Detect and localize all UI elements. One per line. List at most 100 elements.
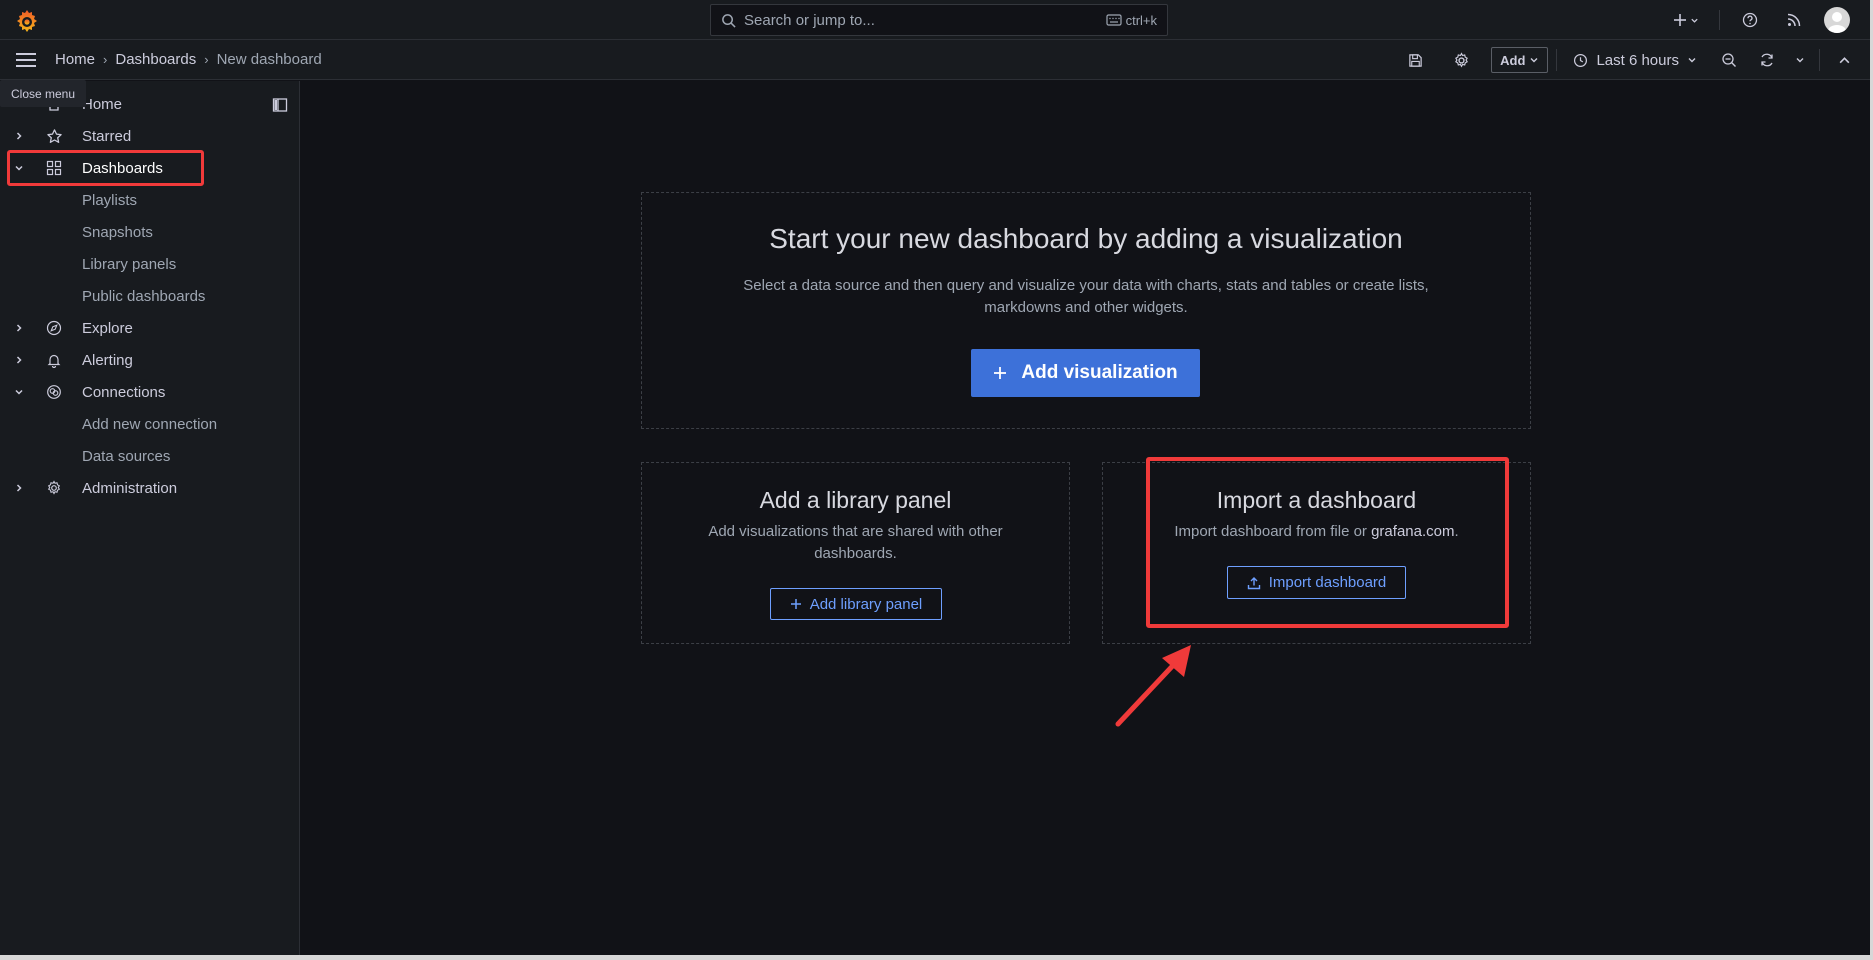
top-right-actions [1669, 6, 1850, 34]
compass-icon [45, 319, 63, 337]
add-visualization-card: Start your new dashboard by adding a vis… [641, 192, 1531, 429]
add-library-panel-button[interactable]: Add library panel [770, 588, 942, 620]
sidebar-item-playlists[interactable]: Playlists [0, 184, 300, 216]
chevron-down-icon [1796, 58, 1804, 63]
keyboard-icon [1105, 14, 1122, 26]
sidebar-item-add-new-connection[interactable]: Add new connection [0, 408, 300, 440]
sidebar-item-label: Home [82, 95, 123, 113]
library-panel-title: Add a library panel [759, 487, 952, 513]
sidebar-item-alerting[interactable]: Alerting [0, 344, 300, 376]
add-dropdown-button[interactable]: Add [1491, 47, 1549, 73]
sidebar-item-connections[interactable]: Connections [0, 376, 300, 408]
hero-description-line1: Select a data source and then query and … [743, 277, 1429, 294]
save-dashboard-button[interactable] [1399, 46, 1431, 74]
rss-icon [1787, 13, 1801, 27]
sidebar-item-label: Data sources [82, 447, 171, 465]
divider [1556, 49, 1558, 71]
import-annotation-box [1146, 457, 1509, 628]
search-icon [722, 13, 736, 28]
sidebar-item-label: Alerting [82, 351, 133, 369]
library-panel-description-line2: dashboards. [814, 545, 897, 562]
sidebar-item-library-panels[interactable]: Library panels [0, 248, 300, 280]
toolbar-actions: Add Last 6 hours [1399, 46, 1860, 74]
sidebar-item-label: Snapshots [82, 223, 153, 241]
link-icon [45, 383, 63, 401]
menu-toggle-button[interactable] [14, 50, 38, 70]
time-range-label: Last 6 hours [1596, 51, 1679, 69]
add-visualization-label: Add visualization [1021, 362, 1178, 383]
hero-description-line2: markdowns and other widgets. [984, 299, 1188, 316]
breadcrumb: Home › Dashboards › New dashboard [55, 51, 322, 68]
breadcrumb-home[interactable]: Home [55, 51, 95, 68]
sidebar-item-label: Playlists [82, 191, 138, 209]
breadcrumb-current: New dashboard [216, 51, 322, 68]
bell-icon [45, 351, 63, 369]
add-library-panel-label: Add library panel [809, 595, 923, 613]
plus-icon [790, 599, 801, 609]
time-range-picker[interactable]: Last 6 hours [1565, 52, 1705, 69]
zoom-out-icon [1722, 53, 1736, 67]
divider [1819, 49, 1820, 71]
star-icon [45, 127, 63, 145]
user-avatar[interactable] [1824, 7, 1850, 33]
sidebar-item-label: Connections [82, 383, 166, 401]
chevron-right-icon[interactable] [12, 353, 26, 367]
zoom-out-button[interactable] [1713, 46, 1745, 74]
add-visualization-button[interactable]: Add visualization [971, 349, 1200, 397]
breadcrumb-separator: › [204, 52, 209, 67]
refresh-interval-button[interactable] [1789, 46, 1811, 74]
sidebar-item-label: Administration [82, 479, 178, 497]
gear-icon [1454, 51, 1468, 68]
divider [1719, 10, 1720, 30]
chevron-up-icon [1839, 56, 1849, 63]
plus-icon [1674, 14, 1686, 26]
top-bar: Search or jump to... ctrl+k [0, 0, 1870, 40]
search-input[interactable]: Search or jump to... ctrl+k [710, 4, 1168, 36]
chevron-down-icon [1688, 58, 1696, 63]
chevron-down-icon [1530, 58, 1538, 63]
hero-title: Start your new dashboard by adding a vis… [769, 223, 1403, 254]
help-button[interactable] [1736, 6, 1764, 34]
chevron-right-icon[interactable] [12, 129, 26, 143]
sidebar-item-label: Library panels [82, 255, 177, 273]
dashboards-annotation-box [7, 150, 204, 186]
library-panel-description-line1: Add visualizations that are shared with … [708, 523, 1003, 540]
add-library-panel-card: Add a library panel Add visualizations t… [641, 462, 1070, 644]
hamburger-icon [16, 53, 36, 67]
refresh-button[interactable] [1753, 46, 1781, 74]
grafana-logo-icon[interactable] [14, 8, 40, 34]
help-icon [1742, 12, 1758, 28]
sidebar-item-explore[interactable]: Explore [0, 312, 300, 344]
sidebar-item-label: Add new connection [82, 415, 218, 433]
search-shortcut-text: ctrl+k [1125, 12, 1157, 28]
sidebar-item-starred[interactable]: Starred [0, 120, 300, 152]
sidebar-item-label: Explore [82, 319, 133, 337]
save-icon [1408, 53, 1422, 67]
close-menu-tooltip: Close menu [0, 80, 86, 107]
search-placeholder: Search or jump to... [744, 11, 875, 29]
sidebar-item-administration[interactable]: Administration [0, 472, 300, 504]
breadcrumb-dashboards[interactable]: Dashboards [115, 51, 196, 68]
chevron-right-icon[interactable] [12, 321, 26, 335]
clock-icon [1574, 53, 1588, 67]
cog-icon [45, 479, 63, 497]
new-menu-button[interactable] [1669, 6, 1703, 34]
annotation-arrow-icon [1115, 645, 1191, 727]
plus-icon [994, 367, 1007, 379]
dashboard-settings-button[interactable] [1445, 46, 1477, 74]
chevron-down-icon[interactable] [12, 385, 26, 399]
sidebar-item-data-sources[interactable]: Data sources [0, 440, 300, 472]
sidebar-item-label: Starred [82, 127, 132, 145]
collapse-header-button[interactable] [1828, 46, 1860, 74]
chevron-down-icon [1691, 18, 1698, 23]
sidebar-item-snapshots[interactable]: Snapshots [0, 216, 300, 248]
dashboard-toolbar: Home › Dashboards › New dashboard Add La… [0, 40, 1870, 80]
add-label: Add [1500, 52, 1526, 68]
sidebar-item-public-dashboards[interactable]: Public dashboards [0, 280, 300, 312]
sidebar-item-label: Public dashboards [82, 287, 206, 305]
search-shortcut: ctrl+k [1105, 12, 1157, 28]
refresh-icon [1761, 53, 1773, 67]
news-button[interactable] [1780, 6, 1808, 34]
breadcrumb-separator: › [103, 52, 108, 67]
chevron-right-icon[interactable] [12, 481, 26, 495]
